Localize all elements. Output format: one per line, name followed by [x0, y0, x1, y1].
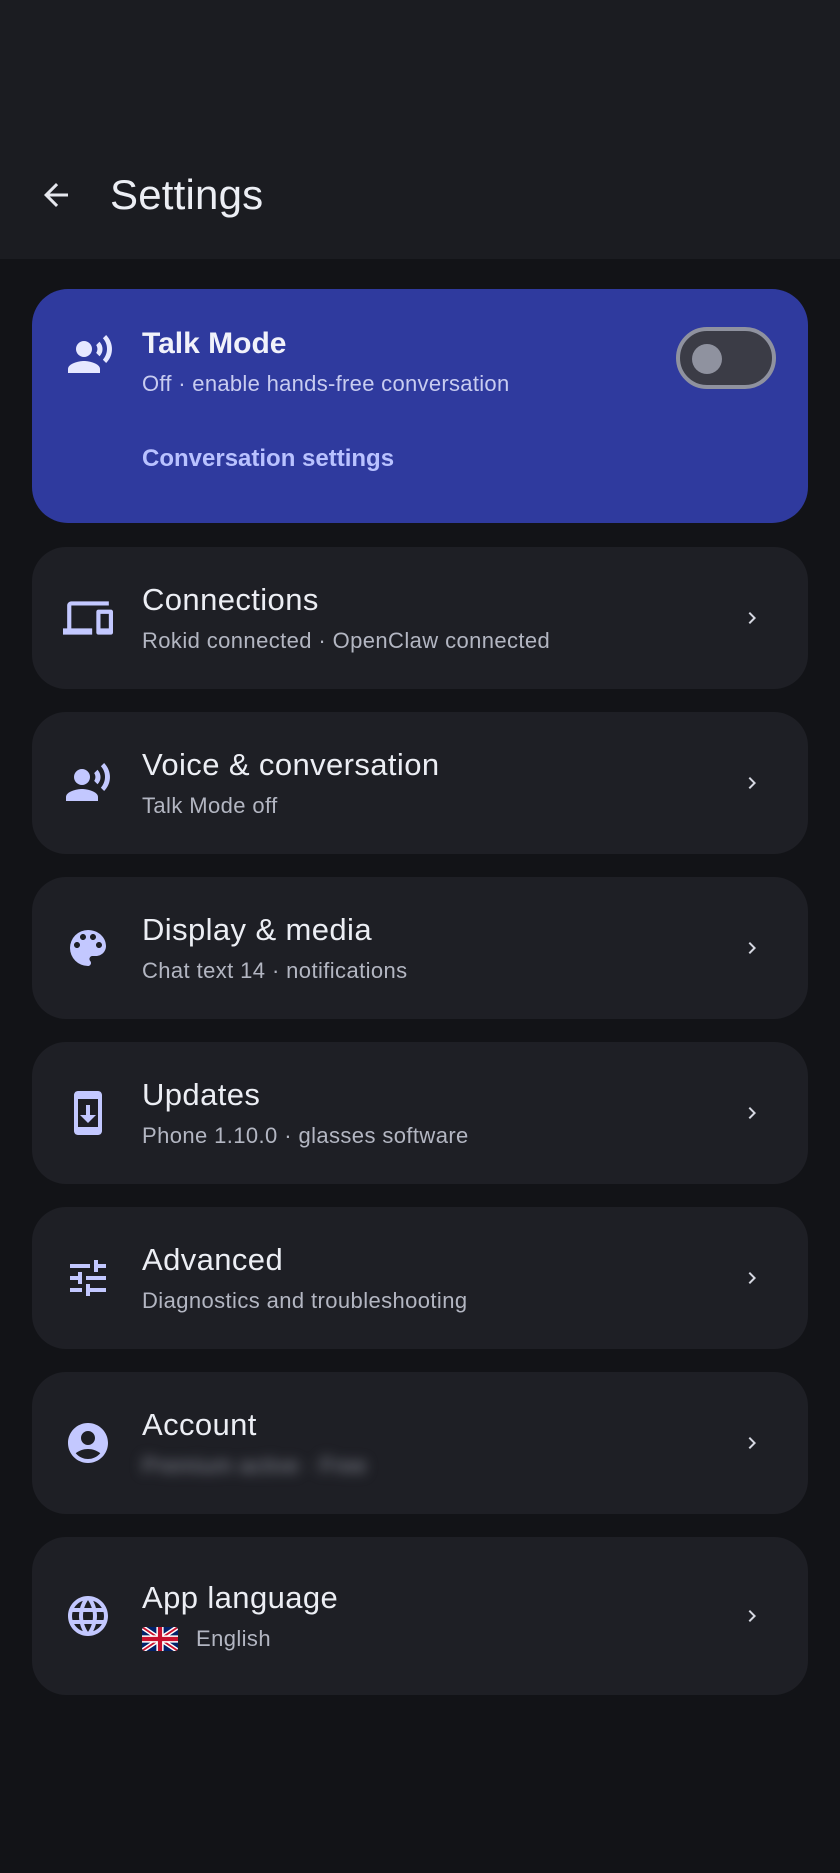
item-subtitle: Talk Mode off	[142, 793, 278, 818]
chevron-right-icon	[748, 1272, 756, 1284]
tune-icon	[62, 1252, 114, 1304]
item-subtitle-redacted: Premium active · Free	[142, 1453, 367, 1478]
chevron-right-icon	[748, 1610, 756, 1622]
item-title: Display & media	[142, 912, 372, 947]
settings-list: Talk Mode Off · enable hands-free conver…	[0, 259, 840, 1695]
item-subtitle: Chat text 14 · notifications	[142, 958, 408, 983]
phone-update-icon	[62, 1087, 114, 1139]
settings-item-voice[interactable]: Voice & conversation Talk Mode off	[32, 712, 808, 854]
item-title: Voice & conversation	[142, 747, 440, 782]
item-subtitle: Rokid connected · OpenClaw connected	[142, 628, 551, 653]
item-subtitle: Diagnostics and troubleshooting	[142, 1288, 468, 1313]
talk-mode-card: Talk Mode Off · enable hands-free conver…	[32, 289, 808, 523]
settings-item-connections[interactable]: Connections Rokid connected · OpenClaw c…	[32, 547, 808, 689]
settings-item-language[interactable]: App language English	[32, 1537, 808, 1695]
talk-mode-title: Talk Mode	[142, 327, 287, 360]
settings-item-advanced[interactable]: Advanced Diagnostics and troubleshooting	[32, 1207, 808, 1349]
chevron-right-icon	[748, 777, 756, 789]
account-icon	[62, 1417, 114, 1469]
item-title: App language	[142, 1580, 339, 1615]
chevron-right-icon	[748, 1437, 756, 1449]
item-subtitle: English	[142, 1626, 338, 1652]
settings-item-account[interactable]: Account Premium active · Free	[32, 1372, 808, 1514]
settings-item-updates[interactable]: Updates Phone 1.10.0 · glasses software	[32, 1042, 808, 1184]
item-title: Connections	[142, 582, 319, 617]
item-title: Advanced	[142, 1242, 284, 1277]
chevron-right-icon	[748, 942, 756, 954]
arrow-back-icon	[44, 182, 68, 207]
talk-mode-toggle[interactable]	[676, 327, 776, 389]
talk-mode-subtitle: Off · enable hands-free conversation	[142, 371, 510, 396]
item-title: Account	[142, 1407, 257, 1442]
devices-icon	[62, 592, 114, 644]
toggle-knob	[692, 344, 722, 374]
palette-icon	[62, 922, 114, 974]
app-bar: Settings	[0, 130, 840, 259]
voice-icon	[62, 327, 118, 383]
back-button[interactable]	[36, 175, 76, 215]
chevron-right-icon	[748, 612, 756, 624]
voice-icon	[62, 757, 114, 809]
settings-item-display[interactable]: Display & media Chat text 14 · notificat…	[32, 877, 808, 1019]
page-title: Settings	[110, 170, 264, 218]
globe-icon	[62, 1590, 114, 1642]
uk-flag-icon	[142, 1627, 178, 1651]
status-bar-area	[0, 0, 840, 130]
item-subtitle: Phone 1.10.0 · glasses software	[142, 1123, 469, 1148]
conversation-settings-link[interactable]: Conversation settings	[142, 445, 394, 473]
item-title: Updates	[142, 1077, 261, 1112]
chevron-right-icon	[748, 1107, 756, 1119]
language-value: English	[196, 1626, 271, 1651]
